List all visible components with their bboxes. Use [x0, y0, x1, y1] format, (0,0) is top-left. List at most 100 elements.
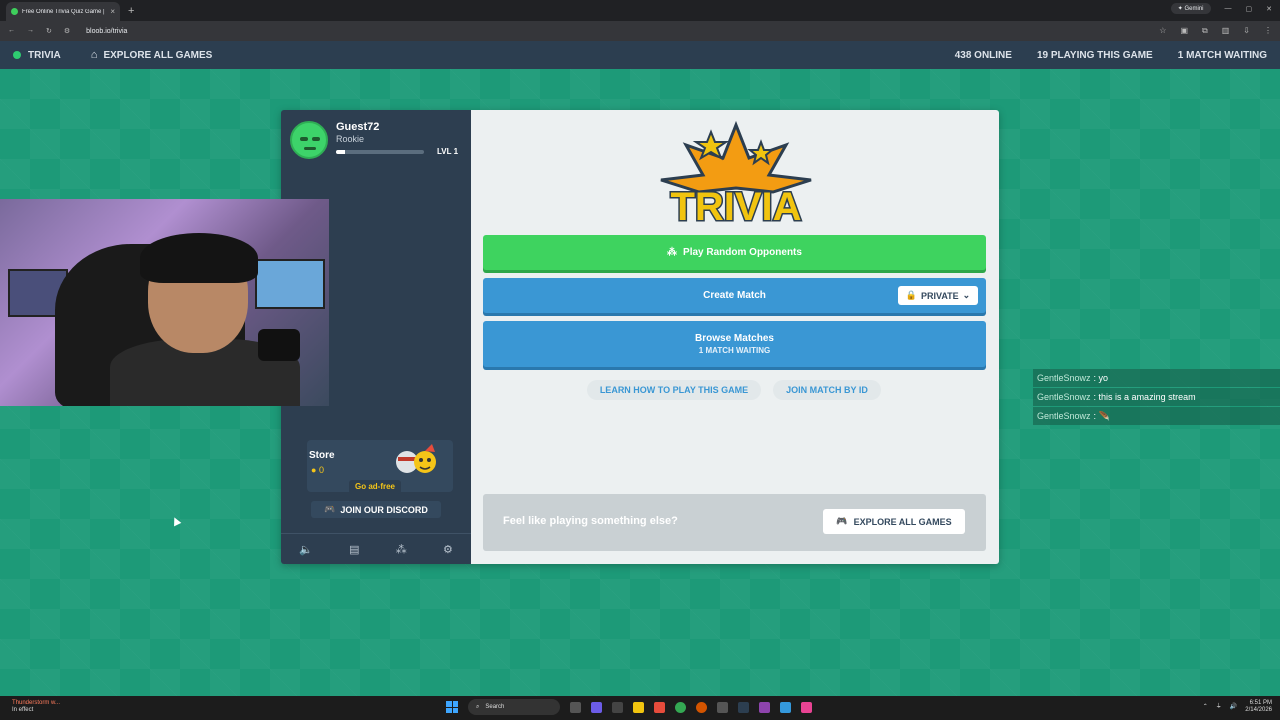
- puzzle-icon[interactable]: ⧉: [1202, 26, 1208, 36]
- game-title-link[interactable]: TRIVIA: [28, 50, 61, 61]
- site-info-icon[interactable]: ⚙: [64, 27, 70, 35]
- browse-sub-label: 1 MATCH WAITING: [698, 346, 771, 355]
- coin-balance: ● 0: [311, 465, 324, 475]
- menu-icon[interactable]: ⋮: [1264, 26, 1272, 36]
- avatar-mouth: [304, 147, 316, 150]
- new-tab-icon[interactable]: +: [128, 5, 134, 17]
- weather-widget[interactable]: Thunderstorm w... In effect: [12, 700, 60, 714]
- app-icon[interactable]: [612, 701, 623, 713]
- maximize-icon[interactable]: ▢: [1246, 5, 1253, 13]
- file-explorer-icon[interactable]: [633, 701, 644, 713]
- players-icon[interactable]: ⁂: [396, 543, 407, 556]
- chat-username: GentleSnowz: [1037, 373, 1091, 383]
- privacy-label: PRIVATE: [921, 290, 959, 301]
- avatar-eye: [300, 137, 308, 141]
- clock[interactable]: 6:51 PM 2/14/2026: [1245, 700, 1272, 714]
- webcam-monitor: [255, 259, 325, 309]
- chat-message: GentleSnowz: 🪶: [1033, 407, 1280, 425]
- play-random-label: Play Random Opponents: [683, 247, 802, 258]
- avatar[interactable]: [290, 121, 328, 159]
- close-tab-icon[interactable]: ×: [110, 7, 115, 16]
- trivia-logo: TRIVIA: [660, 120, 812, 230]
- clock-date: 2/14/2026: [1245, 707, 1272, 713]
- app-icon[interactable]: [696, 701, 707, 713]
- chat-text: this is a amazing stream: [1098, 392, 1196, 402]
- taskbar: Thunderstorm w... In effect ⌕ Search ⌃ ⏚ …: [0, 696, 1280, 720]
- game-panel: Guest72 Rookie LVL 1 Store ● 0 Go ad-fre…: [281, 110, 999, 564]
- store-mascot-icon: [396, 444, 436, 473]
- explore-all-games-label: EXPLORE ALL GAMES: [853, 516, 952, 527]
- create-match-label: Create Match: [703, 290, 766, 301]
- tab-title: Free Online Trivia Quiz Game |: [22, 8, 105, 15]
- avatar-eye: [312, 137, 320, 141]
- minimize-icon[interactable]: —: [1225, 5, 1232, 12]
- gemini-button[interactable]: ✦ Gemini: [1170, 3, 1211, 14]
- create-match-button[interactable]: Create Match 🔒 PRIVATE ⌄: [483, 278, 986, 313]
- chat-message: GentleSnowz: this is a amazing stream: [1033, 388, 1280, 406]
- music-icon[interactable]: [801, 701, 812, 713]
- browser-tab[interactable]: Free Online Trivia Quiz Game | ×: [6, 2, 120, 21]
- chat-username: GentleSnowz: [1037, 411, 1091, 421]
- discord-icon: 🎮: [324, 504, 336, 514]
- online-count: 438 ONLINE: [954, 49, 1012, 61]
- bookmark-star-icon[interactable]: ☆: [1159, 26, 1166, 36]
- steam-icon[interactable]: [738, 701, 749, 713]
- sidepanel-icon[interactable]: ▥: [1222, 26, 1230, 36]
- network-icon[interactable]: ⏚: [1216, 704, 1222, 711]
- calculator-icon[interactable]: [717, 701, 728, 713]
- discord-app-icon[interactable]: [591, 701, 602, 713]
- rank-label: Rookie: [336, 134, 365, 144]
- weather-sub: In effect: [12, 707, 34, 713]
- chat-username: GentleSnowz: [1037, 392, 1091, 402]
- start-icon[interactable]: [446, 701, 458, 713]
- webcam-microphone: [258, 329, 300, 361]
- close-window-icon[interactable]: ✕: [1266, 5, 1272, 13]
- webcam-overlay: [0, 199, 329, 406]
- browse-matches-button[interactable]: Browse Matches 1 MATCH WAITING: [483, 321, 986, 367]
- sound-icon[interactable]: 🔈: [299, 543, 313, 556]
- people-icon: ⁂: [667, 247, 678, 258]
- reload-icon[interactable]: ↻: [46, 27, 52, 35]
- browse-label: Browse Matches: [695, 333, 774, 344]
- join-by-id-link[interactable]: JOIN MATCH BY ID: [773, 380, 881, 400]
- news-icon[interactable]: ▤: [349, 543, 359, 556]
- home-icon[interactable]: ⌂: [91, 49, 98, 61]
- username[interactable]: Guest72: [336, 121, 379, 133]
- app-icon[interactable]: [780, 701, 791, 713]
- url-field[interactable]: bloob.io/trivia: [86, 28, 127, 35]
- explore-all-games-button[interactable]: 🎮 EXPLORE ALL GAMES: [823, 509, 965, 534]
- main-menu: TRIVIA ⁂ Play Random Opponents Create Ma…: [471, 110, 999, 564]
- stream-chat: GentleSnowz: yo GentleSnowz: this is a a…: [1033, 369, 1280, 426]
- playing-count: 19 PLAYING THIS GAME: [1036, 49, 1153, 61]
- learn-how-link[interactable]: LEARN HOW TO PLAY THIS GAME: [587, 380, 761, 400]
- clock-time: 6:51 PM: [1249, 700, 1272, 706]
- explore-all-link[interactable]: EXPLORE ALL GAMES: [103, 50, 212, 61]
- extension-icon[interactable]: ▣: [1180, 26, 1188, 36]
- go-adfree-button[interactable]: Go ad-free: [349, 480, 401, 494]
- webcam-person-hair: [140, 233, 258, 283]
- gamepad-icon: 🎮: [836, 516, 848, 526]
- app-icon[interactable]: [654, 701, 665, 713]
- promo-text: Feel like playing something else?: [503, 515, 678, 527]
- chrome-icon[interactable]: [675, 701, 686, 713]
- task-view-icon[interactable]: [570, 701, 581, 713]
- address-bar: ← → ↻ ⚙ bloob.io/trivia ☆ ▣ ⧉ ▥ ⇩ ⋮: [0, 21, 1280, 41]
- gemini-label: Gemini: [1184, 6, 1204, 12]
- chat-message: GentleSnowz: yo: [1033, 369, 1280, 387]
- taskbar-search[interactable]: ⌕ Search: [468, 699, 560, 715]
- forward-icon[interactable]: →: [27, 27, 34, 35]
- chevron-up-icon[interactable]: ⌃: [1203, 704, 1208, 711]
- volume-icon[interactable]: 🔊: [1230, 704, 1237, 711]
- app-icon[interactable]: [759, 701, 770, 713]
- store-label: Store: [309, 450, 335, 461]
- privacy-dropdown[interactable]: 🔒 PRIVATE ⌄: [898, 286, 978, 305]
- settings-gear-icon[interactable]: ⚙: [443, 543, 453, 556]
- play-random-button[interactable]: ⁂ Play Random Opponents: [483, 235, 986, 270]
- join-discord-button[interactable]: 🎮 JOIN OUR DISCORD: [311, 501, 441, 518]
- search-icon: ⌕: [476, 703, 480, 710]
- back-icon[interactable]: ←: [8, 27, 15, 35]
- download-icon[interactable]: ⇩: [1243, 26, 1250, 36]
- coin-icon: ●: [311, 465, 317, 475]
- logo-text: TRIVIA: [670, 185, 801, 229]
- chevron-down-icon: ⌄: [962, 290, 971, 300]
